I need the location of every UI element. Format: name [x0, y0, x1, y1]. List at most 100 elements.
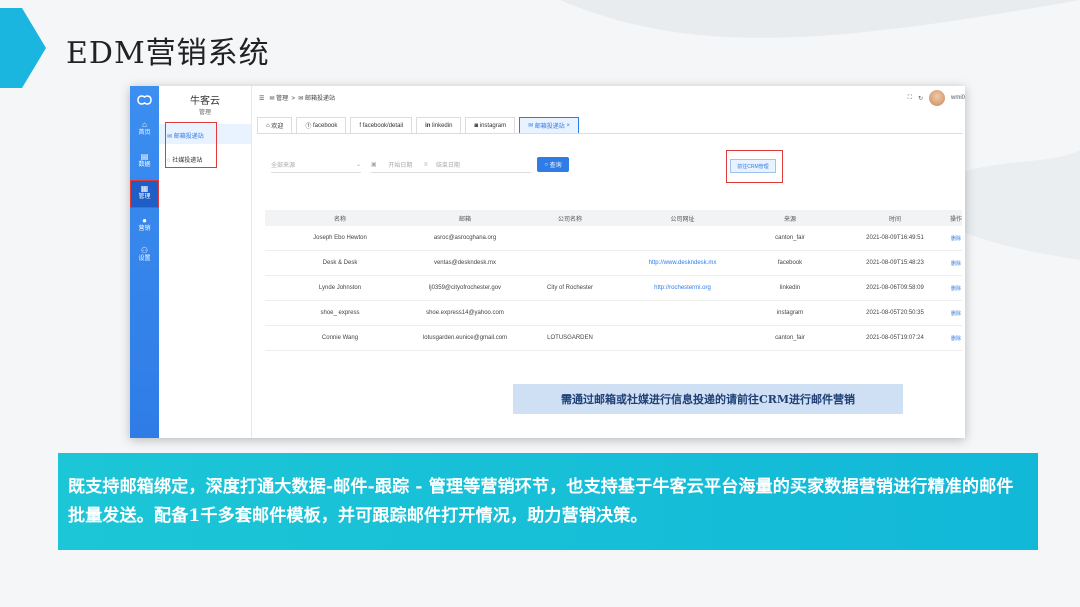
- breadcrumb-item[interactable]: 管理: [276, 96, 288, 102]
- cell-website[interactable]: http://rochestermi.org: [625, 285, 740, 291]
- cell-name: Connie Wang: [321, 335, 359, 341]
- table-row: Joseph Ebo Hewton asroc@asrocghana.org c…: [265, 226, 962, 251]
- cell-time: 2021-08-09T16:49:51: [866, 235, 924, 241]
- app-logo-icon: [137, 95, 152, 105]
- delete-button[interactable]: 删除: [950, 235, 962, 242]
- highlight-box-sidebar: [165, 122, 217, 168]
- rail-item-home[interactable]: ⌂ 首页: [130, 120, 159, 137]
- column-header: 时间: [888, 216, 901, 223]
- date-range-picker[interactable]: ▣ 开始日期 ≡ 结束日期: [371, 157, 531, 173]
- table-header: 名称 邮箱 公司名称 公司网址 来源 时间 操作: [265, 210, 962, 226]
- cell-source: canton_fair: [775, 235, 805, 241]
- refresh-icon[interactable]: ↻: [918, 95, 923, 102]
- mail-icon: ✉: [528, 123, 534, 129]
- manage-icon: ▦: [140, 184, 149, 193]
- fullscreen-icon[interactable]: ⛶: [908, 95, 912, 102]
- highlight-box-crm: [726, 150, 783, 183]
- close-icon[interactable]: ×: [566, 123, 570, 129]
- instagram-icon: ◙: [474, 122, 479, 129]
- chevron-down-icon: ⌄: [355, 162, 361, 168]
- cell-name: shoe_ express: [320, 310, 360, 316]
- caption-text: 既支持邮箱绑定，深度打通大数据-邮件-跟踪 - 管理等营销环节，也支持基于牛客云…: [68, 477, 1014, 526]
- facebook-icon: ⓕ: [305, 124, 312, 130]
- calendar-icon: ▣: [371, 162, 377, 168]
- delete-button[interactable]: 删除: [950, 285, 962, 292]
- cell-time: 2021-08-06T09:58:09: [866, 285, 924, 291]
- cell-email: asroc@asrocghana.org: [433, 235, 497, 241]
- tab-welcome[interactable]: ⌂ 欢迎: [257, 117, 293, 134]
- main-panel: ☰ ✉ 管理 > ✉ 邮箱投递站 ⛶ ↻ wmi0 ⌂ 欢迎 ⓕ faceboo…: [251, 86, 965, 438]
- crm-notice-banner: 需通过邮箱或社媒进行信息投递的请前往CRM进行邮件营销: [513, 384, 903, 414]
- search-icon: ○: [544, 161, 548, 168]
- facebook-icon: f: [359, 122, 362, 129]
- user-name[interactable]: wmi0: [951, 95, 965, 101]
- cell-name: Desk & Desk: [322, 260, 358, 266]
- range-separator-icon: ≡: [424, 161, 428, 168]
- avatar[interactable]: [928, 90, 945, 106]
- rail-item-data[interactable]: ▤ 数据: [130, 152, 159, 169]
- cell-source: instagram: [776, 310, 804, 316]
- cell-time: 2021-08-05T20:50:35: [866, 310, 924, 316]
- rail-item-settings[interactable]: ⚇ 设置: [130, 246, 159, 263]
- mail-icon: ✉: [269, 96, 275, 102]
- tab-linkedin[interactable]: in linkedin: [416, 117, 462, 134]
- slide-title: EDM营销系统: [66, 36, 270, 71]
- cell-company: LOTUSGARDEN: [547, 335, 593, 341]
- table-row: Connie Wang lotusgarden.eunice@gmail.com…: [265, 326, 962, 351]
- tab-facebook-detail[interactable]: f facebook/detail: [350, 117, 413, 134]
- source-select[interactable]: 全部来源 ⌄: [271, 157, 361, 173]
- column-header: 邮箱: [458, 216, 471, 223]
- sidebar-brand: 牛客云: [190, 96, 220, 107]
- breadcrumb-item: 邮箱投递站: [305, 96, 336, 102]
- sidebar: 牛客云 管理 ✉ 邮箱投递站 ◌ 社媒投递站: [159, 86, 252, 438]
- cell-name: Joseph Ebo Hewton: [313, 235, 367, 241]
- table-row: Lynde Johnston lj0359@cityofrochester.go…: [265, 276, 962, 301]
- column-header: 操作: [950, 216, 963, 223]
- header-actions: ⛶ ↻ wmi0: [908, 90, 965, 106]
- table-row: Desk & Desk ventas@deskndesk.mx http://w…: [265, 251, 962, 276]
- delete-button[interactable]: 删除: [950, 260, 962, 267]
- cell-company: City of Rochester: [546, 285, 594, 291]
- query-button[interactable]: ○ 查询: [537, 157, 569, 172]
- screenshot-frame: ⌂ 首页 ▤ 数据 ▦ 管理 ● 营销 ⚇ 设置 牛客云 管理 ✉ 邮箱投递站 ◌ 社媒投…: [130, 86, 965, 438]
- cell-email: shoe.express14@yahoo.com: [426, 310, 504, 316]
- cell-source: canton_fair: [775, 335, 805, 341]
- tab-facebook[interactable]: ⓕ facebook: [296, 117, 347, 134]
- mail-icon: ✉: [298, 96, 304, 102]
- tab-instagram[interactable]: ◙ instagram: [465, 117, 516, 134]
- cell-name: Lynde Johnston: [318, 285, 362, 291]
- delete-button[interactable]: 删除: [950, 335, 962, 342]
- column-header: 名称: [333, 216, 346, 223]
- table-row: shoe_ express shoe.express14@yahoo.com i…: [265, 301, 962, 326]
- start-date-input[interactable]: 开始日期: [388, 160, 412, 169]
- end-date-input[interactable]: 结束日期: [436, 160, 460, 169]
- cell-source: facebook: [777, 260, 803, 266]
- tab-divider: [257, 133, 963, 134]
- tab-mail-station[interactable]: ✉ 邮箱投递站 ×: [519, 117, 579, 134]
- cell-time: 2021-08-05T19:07:24: [866, 335, 924, 341]
- cell-source: linkedin: [779, 285, 801, 291]
- title-arrow-icon: [0, 8, 46, 88]
- linkedin-icon: in: [425, 122, 431, 129]
- cell-email: lj0359@cityofrochester.gov: [428, 285, 502, 291]
- caption-box: 既支持邮箱绑定，深度打通大数据-邮件-跟踪 - 管理等营销环节，也支持基于牛客云…: [58, 453, 1038, 550]
- collapse-icon[interactable]: ☰: [259, 96, 264, 102]
- cell-website[interactable]: http://www.deskndesk.mx: [625, 260, 740, 266]
- marketing-icon: ●: [142, 216, 147, 225]
- tab-bar: ⌂ 欢迎 ⓕ facebook f facebook/detail in lin…: [257, 117, 579, 134]
- data-icon: ▤: [140, 152, 149, 161]
- cell-email: lotusgarden.eunice@gmail.com: [422, 335, 508, 341]
- rail-item-marketing[interactable]: ● 营销: [130, 216, 159, 233]
- column-header: 来源: [783, 216, 796, 223]
- column-header: 公司名称: [557, 216, 582, 223]
- delete-button[interactable]: 删除: [950, 310, 962, 317]
- rail-item-manage[interactable]: ▦ 管理: [130, 180, 159, 208]
- cell-email: ventas@deskndesk.mx: [433, 260, 497, 266]
- home-icon: ⌂: [266, 122, 270, 129]
- user-settings-icon: ⚇: [140, 246, 149, 255]
- sidebar-section-title: 管理: [198, 110, 211, 116]
- icon-rail: ⌂ 首页 ▤ 数据 ▦ 管理 ● 营销 ⚇ 设置: [130, 86, 159, 438]
- breadcrumb: ☰ ✉ 管理 > ✉ 邮箱投递站: [259, 96, 336, 102]
- column-header: 公司网址: [670, 216, 695, 223]
- recipient-table: 名称 邮箱 公司名称 公司网址 来源 时间 操作 Joseph Ebo Hewt…: [265, 210, 962, 351]
